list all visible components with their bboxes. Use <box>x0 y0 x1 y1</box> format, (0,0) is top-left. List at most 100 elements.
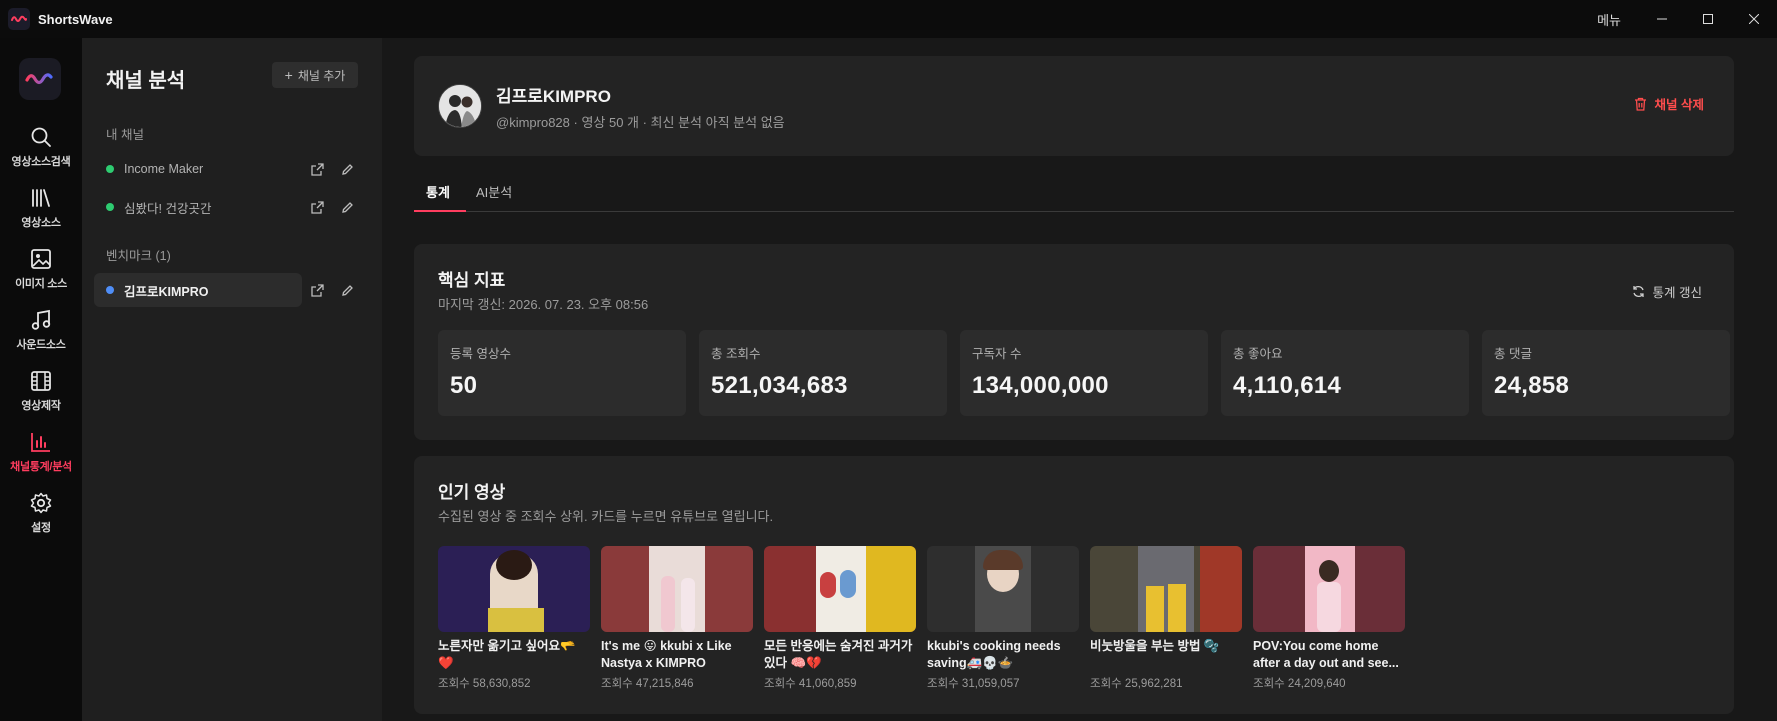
add-channel-button[interactable]: + 채널 추가 <box>272 62 358 88</box>
maximize-icon <box>1703 14 1713 24</box>
external-link-icon <box>310 283 324 297</box>
minimize-button[interactable] <box>1639 0 1685 38</box>
video-card[interactable]: kkubi's cooking needs saving🚑💀🍲 조회수 31,0… <box>927 546 1079 691</box>
nav-video-source[interactable]: 영상소스 <box>0 187 82 243</box>
external-link-icon <box>310 162 324 176</box>
app-logo-icon <box>8 8 30 30</box>
nav-label: 영상소스 <box>21 217 61 229</box>
video-card[interactable]: It's me 😛 kkubi x Like Nastya x KIMPRO 조… <box>601 546 753 691</box>
status-dot <box>106 165 114 173</box>
close-icon <box>1749 14 1759 24</box>
pencil-icon <box>341 163 353 175</box>
nav-video-production[interactable]: 영상제작 <box>0 370 82 426</box>
edit-button[interactable] <box>332 192 362 222</box>
last-updated: 마지막 갱신: 2026. 07. 23. 오후 08:56 <box>438 297 649 312</box>
channel-item[interactable]: 김프로KIMPRO <box>94 273 364 307</box>
avatar <box>438 84 482 128</box>
stat-label: 총 조회수 <box>711 347 761 361</box>
nav-image-source[interactable]: 이미지 소스 <box>0 248 82 304</box>
video-card[interactable]: 모든 반응에는 숨겨진 과거가 있다 🧠💔 조회수 41,060,859 <box>764 546 916 691</box>
maximize-button[interactable] <box>1685 0 1731 38</box>
channel-name: 김프로KIMPRO <box>124 284 209 299</box>
main-content: 김프로KIMPRO @kimpro828 · 영상 50 개 · 최신 분석 아… <box>382 38 1777 721</box>
nav-sound-source[interactable]: 사운드소스 <box>0 309 82 365</box>
tab-ai-analysis[interactable]: AI분석 <box>476 182 512 201</box>
status-dot <box>106 286 114 294</box>
open-external-button[interactable] <box>302 192 332 222</box>
trash-icon <box>1634 97 1646 111</box>
stat-card: 총 좋아요 4,110,614 <box>1221 330 1469 416</box>
video-title: kkubi's cooking needs saving🚑💀🍲 <box>927 639 1061 670</box>
stat-label: 등록 영상수 <box>450 347 511 361</box>
nav-label: 설정 <box>31 522 51 534</box>
stat-label: 총 좋아요 <box>1233 347 1283 361</box>
channel-name: 심봤다! 건강곳간 <box>124 201 212 216</box>
video-card[interactable]: 비눗방울을 부는 방법 🫧 조회수 25,962,281 <box>1090 546 1242 691</box>
refresh-icon <box>1632 285 1644 298</box>
channel-name: Income Maker <box>124 162 204 176</box>
video-views: 조회수 31,059,057 <box>927 678 1020 690</box>
app-title: ShortsWave <box>38 11 113 27</box>
refresh-stats-button[interactable]: 통계 갱신 <box>1632 282 1702 301</box>
popular-videos-subtitle: 수집된 영상 중 조회수 상위. 카드를 누르면 유튜브로 열립니다. <box>438 509 774 524</box>
video-thumbnail <box>764 546 916 632</box>
nav-rail: 영상소스검색 영상소스 이미지 소스 사운드소스 영상제작 채널통계/분석 설정 <box>0 38 82 721</box>
pencil-icon <box>341 284 353 296</box>
tab-bar: 통계 AI분석 <box>414 168 1734 212</box>
video-title: 노른자만 옮기고 싶어요🫳❤️ <box>438 639 576 670</box>
channel-item[interactable]: 심봤다! 건강곳간 <box>94 190 364 224</box>
add-channel-label: 채널 추가 <box>297 68 346 83</box>
open-external-button[interactable] <box>302 154 332 184</box>
active-tab-indicator <box>414 210 466 212</box>
channel-meta: @kimpro828 · 영상 50 개 · 최신 분석 아직 분석 없음 <box>496 115 785 130</box>
title-bar: ShortsWave 메뉴 <box>0 0 1777 38</box>
popular-videos-title: 인기 영상 <box>438 483 506 502</box>
plus-icon: + <box>284 67 293 83</box>
nav-label: 영상소스검색 <box>11 156 71 168</box>
nav-channel-stats[interactable]: 채널통계/분석 <box>0 431 82 487</box>
channel-item[interactable]: Income Maker <box>94 152 364 186</box>
open-external-button[interactable] <box>302 275 332 305</box>
stat-card: 구독자 수 134,000,000 <box>960 330 1208 416</box>
close-button[interactable] <box>1731 0 1777 38</box>
bar-chart-icon <box>31 433 50 452</box>
video-thumbnail <box>1090 546 1242 632</box>
stat-value: 4,110,614 <box>1233 372 1342 399</box>
status-dot <box>106 203 114 211</box>
video-title: 비눗방울을 부는 방법 🫧 <box>1090 639 1220 653</box>
video-card[interactable]: POV:You come home after a day out and se… <box>1253 546 1405 691</box>
nav-label: 사운드소스 <box>16 339 66 351</box>
film-icon <box>31 371 51 391</box>
video-thumbnail <box>1253 546 1405 632</box>
tab-stats[interactable]: 통계 <box>426 182 450 201</box>
search-icon <box>31 127 51 147</box>
menu-button[interactable]: 메뉴 <box>1579 10 1639 29</box>
video-card[interactable]: 노른자만 옮기고 싶어요🫳❤️ 조회수 58,630,852 <box>438 546 590 691</box>
music-icon <box>31 309 51 330</box>
edit-button[interactable] <box>332 154 362 184</box>
stat-value: 134,000,000 <box>972 372 1109 399</box>
minimize-icon <box>1657 18 1667 20</box>
video-thumbnail <box>438 546 590 632</box>
channel-name-heading: 김프로KIMPRO <box>496 87 611 106</box>
benchmark-heading: 벤치마크 (1) <box>106 249 171 263</box>
my-channels-heading: 내 채널 <box>106 128 144 142</box>
video-title: POV:You come home after a day out and se… <box>1253 639 1399 670</box>
image-icon <box>31 249 51 269</box>
nav-video-search[interactable]: 영상소스검색 <box>0 126 82 182</box>
video-views: 조회수 47,215,846 <box>601 678 694 690</box>
key-metrics-card: 핵심 지표 마지막 갱신: 2026. 07. 23. 오후 08:56 통계 … <box>414 244 1734 440</box>
edit-button[interactable] <box>332 275 362 305</box>
gear-icon <box>30 492 52 514</box>
refresh-stats-label: 통계 갱신 <box>1652 286 1702 300</box>
nav-label: 영상제작 <box>21 400 61 412</box>
stat-value: 24,858 <box>1494 372 1570 399</box>
stat-card: 총 댓글 24,858 <box>1482 330 1730 416</box>
delete-channel-button[interactable]: 채널 삭제 <box>1634 94 1704 113</box>
video-views: 조회수 25,962,281 <box>1090 678 1183 690</box>
delete-channel-label: 채널 삭제 <box>1654 98 1704 112</box>
nav-settings[interactable]: 설정 <box>0 492 82 548</box>
brand-logo-icon[interactable] <box>19 58 61 100</box>
stat-value: 521,034,683 <box>711 372 848 399</box>
video-views: 조회수 58,630,852 <box>438 678 531 690</box>
